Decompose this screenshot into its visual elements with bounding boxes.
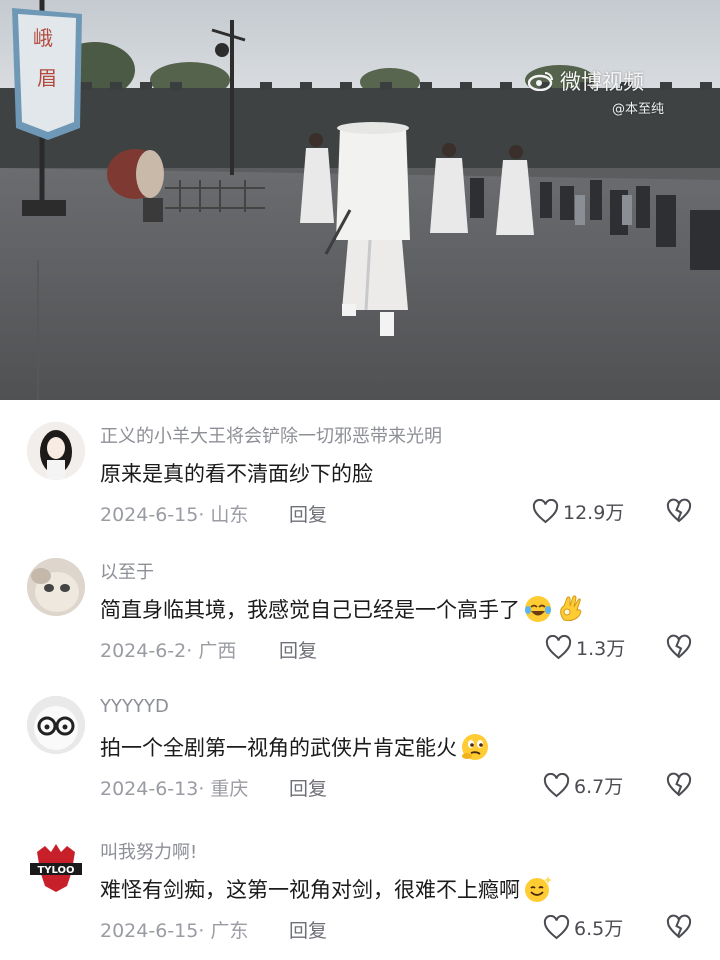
broken-heart-icon[interactable] <box>666 498 692 524</box>
thinking-emoji <box>462 734 488 760</box>
comment-username[interactable]: 以至于 <box>100 558 154 584</box>
weibo-logo-icon <box>528 72 553 91</box>
avatar-cat-image <box>27 558 85 616</box>
like-count: 6.5万 <box>574 918 624 940</box>
reply-button[interactable]: 回复 <box>289 774 327 801</box>
reply-button[interactable]: 回复 <box>279 636 317 663</box>
watermark-platform: 微博视频 <box>560 70 644 94</box>
like-count: 1.3万 <box>576 638 626 660</box>
comment-item: 以至于 简直身临其境，我感觉自己已经是一个高手了 2024-6-2· 广西 回复… <box>0 536 720 676</box>
avatar-tyloo-logo: TYLOO <box>27 838 85 896</box>
banner-char-2: 眉 <box>37 66 57 90</box>
like-button[interactable]: 12.9万 <box>532 498 624 525</box>
like-count: 12.9万 <box>563 502 625 524</box>
video-player[interactable]: 峨 眉 微博视频 @本至纯 <box>0 0 720 400</box>
comment-date-location: 2024-6-13· 重庆 <box>100 778 249 800</box>
comment-item: TYLOO 叫我努力啊! 难怪有剑痴，这第一视角对剑，很难不上瘾啊 2024-6… <box>0 816 720 956</box>
avatar-glasses-cartoon-image <box>27 696 85 754</box>
comment-username[interactable]: 叫我努力啊! <box>100 838 197 864</box>
comment-text-body: 难怪有剑痴，这第一视角对剑，很难不上瘾啊 <box>100 878 520 902</box>
comment-date-location: 2024-6-15· 广东 <box>100 920 249 942</box>
comment-item: 正义的小羊大王将会铲除一切邪恶带来光明 原来是真的看不清面纱下的脸 2024-6… <box>0 400 720 540</box>
comment-text-body: 拍一个全剧第一视角的武侠片肯定能火 <box>100 736 457 760</box>
heart-icon <box>545 635 572 660</box>
comment-text-body: 简直身临其境，我感觉自己已经是一个高手了 <box>100 598 520 622</box>
like-count: 6.7万 <box>574 776 624 798</box>
broken-heart-icon[interactable] <box>666 772 692 798</box>
avatar[interactable] <box>27 558 85 616</box>
comment-text: 难怪有剑痴，这第一视角对剑，很难不上瘾啊 <box>100 874 553 904</box>
banner-char-1: 峨 <box>33 26 53 50</box>
broken-heart-icon[interactable] <box>666 634 692 660</box>
comment-item: YYYYYD 拍一个全剧第一视角的武侠片肯定能火 2024-6-13· 重庆 回… <box>0 674 720 814</box>
comment-username[interactable]: 正义的小羊大王将会铲除一切邪恶带来光明 <box>100 422 442 448</box>
comment-text-body: 原来是真的看不清面纱下的脸 <box>100 462 373 486</box>
avatar[interactable] <box>27 696 85 754</box>
like-button[interactable]: 6.5万 <box>543 914 623 941</box>
comment-date-location: 2024-6-15· 山东 <box>100 504 249 526</box>
laughing-crying-emoji <box>525 596 551 622</box>
heart-icon <box>543 915 570 940</box>
watermark-user: @本至纯 <box>612 102 665 117</box>
like-button[interactable]: 1.3万 <box>545 634 625 661</box>
heart-icon <box>543 773 570 798</box>
comment-text: 原来是真的看不清面纱下的脸 <box>100 458 373 488</box>
avatar[interactable]: TYLOO <box>27 838 85 896</box>
comment-date-location: 2024-6-2· 广西 <box>100 640 237 662</box>
comment-username[interactable]: YYYYYD <box>100 696 169 717</box>
tyloo-logo-text: TYLOO <box>37 865 74 876</box>
sparkle-smile-emoji <box>525 876 552 902</box>
reply-button[interactable]: 回复 <box>289 916 327 943</box>
heart-icon <box>532 499 559 524</box>
video-frame <box>0 0 720 400</box>
broken-heart-icon[interactable] <box>666 914 692 940</box>
comment-list: 正义的小羊大王将会铲除一切邪恶带来光明 原来是真的看不清面纱下的脸 2024-6… <box>0 400 720 960</box>
avatar-girl-image <box>27 422 85 480</box>
ok-hand-emoji <box>560 595 582 621</box>
comment-text: 简直身临其境，我感觉自己已经是一个高手了 <box>100 594 586 624</box>
watermark-logo: 微博视频 <box>528 66 644 96</box>
reply-button[interactable]: 回复 <box>289 500 327 527</box>
avatar[interactable] <box>27 422 85 480</box>
comment-text: 拍一个全剧第一视角的武侠片肯定能火 <box>100 732 490 762</box>
like-button[interactable]: 6.7万 <box>543 772 623 799</box>
